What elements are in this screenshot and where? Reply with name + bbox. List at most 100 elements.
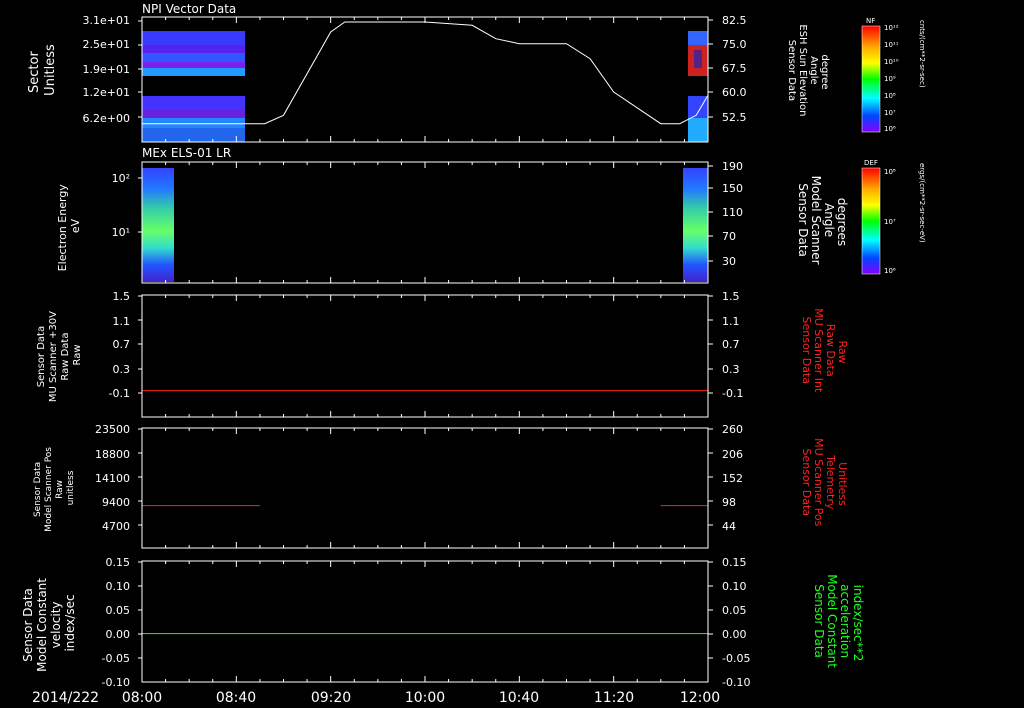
- panel4-y2tick: 98: [722, 496, 736, 509]
- panel1-y2tick: 82.5: [722, 14, 747, 27]
- panel5-y2tick: -0.10: [722, 676, 750, 689]
- panel5-y2ticks: 0.15 0.10 0.05 0.00 -0.05 -0.10: [722, 556, 750, 689]
- colorbar1-tick: 10¹²: [884, 24, 899, 32]
- panel1-title: NPI Vector Data: [142, 2, 236, 16]
- spectro-block: [142, 62, 245, 68]
- panel3-y2tick: 1.1: [722, 315, 740, 328]
- panel2-title: MEx ELS-01 LR: [142, 146, 231, 160]
- panel4-y2tick: 44: [722, 520, 736, 533]
- spectro-block: [694, 50, 702, 68]
- panel1-colorbar: NF 10¹² 10¹¹ 10¹⁰ 10⁹ 10⁸ 10⁷ 10⁶ cnts/(…: [861, 17, 926, 133]
- spectro-block: [142, 128, 245, 142]
- spectro-block: [142, 45, 245, 53]
- panel3-frame: [138, 294, 713, 418]
- panel5-ytick: -0.10: [102, 676, 130, 689]
- panel1-y2ticks: 82.5 75.0 67.5 60.0 52.5: [722, 14, 747, 124]
- panel3-ytick: 0.7: [113, 338, 131, 351]
- panel1-ytick: 1.9e+01: [83, 63, 130, 76]
- panel5-y2tick: 0.05: [722, 604, 747, 617]
- chart-stage: NPI Vector Data Sector Unitless 3.1e+01 …: [21, 2, 926, 706]
- panel2-y2tick: 30: [722, 255, 736, 268]
- panel4-ytick: 23500: [95, 423, 130, 436]
- panel3-ytick: 1.5: [113, 290, 131, 303]
- panel4-frame: [138, 427, 713, 549]
- panel2-ylabel: Electron Energy eV: [56, 181, 82, 272]
- panel5-y2tick: 0.10: [722, 580, 747, 593]
- colorbar1-label: NF: [866, 17, 875, 25]
- spectro-block: [688, 31, 708, 45]
- colorbar2-bar: [861, 167, 881, 275]
- panel5-ytick: 0.05: [106, 604, 131, 617]
- panel4-y2label: Sensor Data MU Scanner Pos Telemetry Uni…: [800, 438, 849, 530]
- panel1-yticks: 3.1e+01 2.5e+01 1.9e+01 1.2e+01 6.2e+00: [83, 14, 130, 125]
- panel1-y2tick: 67.5: [722, 62, 747, 75]
- panel4-ytick: 9400: [102, 496, 130, 509]
- time-tick-label: 10:00: [405, 690, 445, 706]
- colorbar1-tick: 10⁸: [884, 92, 896, 100]
- panel1-y2tick: 52.5: [722, 111, 747, 124]
- spectro-column: [683, 168, 708, 282]
- panel3-ytick: 0.3: [113, 363, 131, 376]
- panel4-yticks: 23500 18800 14100 9400 4700: [95, 423, 130, 533]
- panel2-spectrogram: [142, 168, 708, 282]
- spectro-block: [688, 118, 708, 142]
- panel5-ylabel: Sensor Data Model Constant velocity inde…: [21, 574, 77, 672]
- colorbar1-tick: 10⁶: [884, 125, 896, 133]
- panel1-ylabel: Sector Unitless: [27, 44, 58, 96]
- colorbar2-tick: 10⁸: [884, 168, 896, 176]
- spectro-block: [142, 110, 245, 118]
- panel5-y2label: Sensor Data Model Constant acceleration …: [812, 574, 865, 672]
- panel2-y2tick: 190: [722, 160, 743, 173]
- panel1-y2tick: 60.0: [722, 86, 747, 99]
- panel1-ytick: 1.2e+01: [83, 86, 130, 99]
- time-tick-label: 12:00: [680, 690, 720, 706]
- panel1-spectrogram: [142, 31, 708, 142]
- panel2-y2tick: 150: [722, 182, 743, 195]
- colorbar2-tick: 10⁷: [884, 218, 896, 226]
- panel5-y2tick: 0.15: [722, 556, 747, 569]
- colorbar1-tick: 10¹⁰: [884, 58, 899, 66]
- spectro-block: [142, 68, 245, 76]
- time-tick-label: 08:00: [122, 690, 162, 706]
- date-label: 2014/222: [32, 690, 99, 706]
- panel1-ytick: 6.2e+00: [83, 112, 130, 125]
- panel3-y2ticks: 1.5 1.1 0.7 0.3 -0.1: [722, 290, 743, 400]
- colorbar1-bar: [861, 25, 881, 133]
- panel4-ytick: 4700: [102, 520, 130, 533]
- panel5-ytick: 0.10: [106, 580, 131, 593]
- spectro-block: [142, 31, 245, 45]
- spectro-block: [142, 118, 245, 128]
- colorbar2-label: DEF: [864, 159, 878, 167]
- time-tick-label: 11:20: [594, 690, 634, 706]
- panel4-y2tick: 206: [722, 448, 743, 461]
- panel5-ytick: 0.15: [106, 556, 131, 569]
- panel3-ylabel: Sensor Data MU Scanner +30V Raw Data Raw: [36, 308, 83, 402]
- panel4-ytick: 14100: [95, 472, 130, 485]
- panel2-ytick: 10¹: [112, 226, 130, 239]
- panel5-yticks: 0.15 0.10 0.05 0.00 -0.05 -0.10: [102, 556, 130, 689]
- panel-mex-els: MEx ELS-01 LR Electron Energy eV 10² 10¹…: [56, 146, 926, 284]
- panel3-ytick: -0.1: [109, 387, 130, 400]
- panel4-y2tick: 260: [722, 423, 743, 436]
- colorbar1-tick: 10⁹: [884, 75, 896, 83]
- spectro-column: [142, 168, 174, 282]
- panel2-y2label: Sensor Data Model Scanner Angle degrees: [796, 176, 849, 269]
- panel-npi-vector: NPI Vector Data Sector Unitless 3.1e+01 …: [27, 2, 926, 143]
- panel2-ytick: 10²: [112, 172, 130, 185]
- panel4-y2ticks: 260 206 152 98 44: [722, 423, 743, 533]
- panel1-ytick: 2.5e+01: [83, 38, 130, 51]
- panel5-ytick: 0.00: [106, 628, 131, 641]
- panel3-y2tick: 1.5: [722, 290, 740, 303]
- panel5-y2tick: -0.05: [722, 652, 750, 665]
- panel2-y2tick: 70: [722, 230, 736, 243]
- panel2-frame: [138, 161, 713, 284]
- colorbar1-units: cnts/(cm**2-sr-sec): [918, 20, 926, 88]
- panel4-ylabel: Sensor Data Model Scanner Pos Raw unitle…: [33, 444, 76, 532]
- colorbar1-tick: 10¹¹: [884, 41, 899, 49]
- panel1-ytick: 3.1e+01: [83, 14, 130, 27]
- panel5-y2tick: 0.00: [722, 628, 747, 641]
- panel4-ytick: 18800: [95, 448, 130, 461]
- panel3-ytick: 1.1: [113, 315, 131, 328]
- colorbar2-units: ergs/(cm**2-sr-sec-eV): [918, 163, 926, 243]
- panel2-y2tick: 110: [722, 206, 743, 219]
